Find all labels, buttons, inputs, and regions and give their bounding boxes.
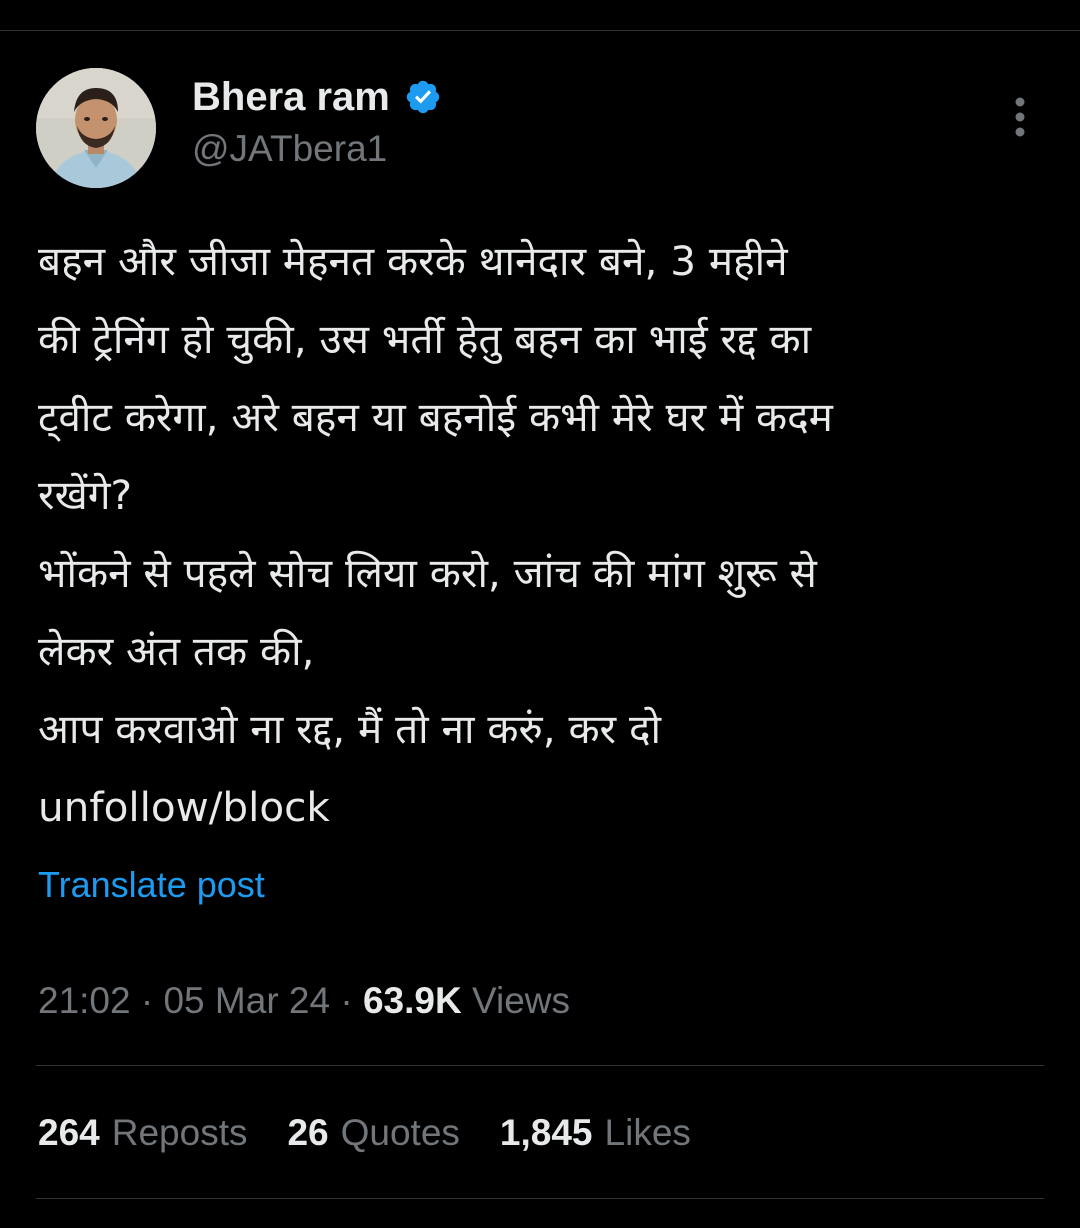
author-handle[interactable]: @JATbera1 [192,128,387,170]
translate-post-link[interactable]: Translate post [38,864,265,906]
reposts-label: Reposts [111,1112,248,1153]
reposts-stat[interactable]: 264 Reposts [38,1112,247,1154]
divider [36,1198,1044,1199]
views-count: 63.9K [362,980,462,1021]
likes-stat[interactable]: 1,845 Likes [500,1112,691,1154]
verified-badge-icon [406,80,440,114]
quotes-stat[interactable]: 26 Quotes [287,1112,459,1154]
views-label: Views [471,980,571,1021]
meta-separator: · [330,980,363,1021]
likes-count: 1,845 [499,1112,593,1153]
top-divider [0,30,1080,31]
divider [36,1065,1044,1066]
post-meta: 21:02 · 05 Mar 24 · 63.9K Views [38,980,570,1022]
more-vertical-icon [1015,97,1025,137]
author-name[interactable]: Bhera ram [192,75,390,120]
likes-label: Likes [604,1112,691,1153]
meta-separator: · [130,980,164,1021]
engagement-stats: 264 Reposts 26 Quotes 1,845 Likes [38,1112,691,1154]
post-date[interactable]: 05 Mar 24 [163,980,330,1021]
author-name-row[interactable]: Bhera ram [192,72,442,122]
post-text: बहन और जीजा मेहनत करके थानेदार बने, 3 मह… [38,237,833,831]
quotes-count: 26 [287,1112,329,1153]
post-time[interactable]: 21:02 [38,980,131,1021]
quotes-label: Quotes [340,1112,460,1153]
avatar-image [36,68,156,188]
reposts-count: 264 [38,1112,100,1153]
more-options-button[interactable] [1000,92,1040,142]
avatar[interactable] [36,68,156,188]
